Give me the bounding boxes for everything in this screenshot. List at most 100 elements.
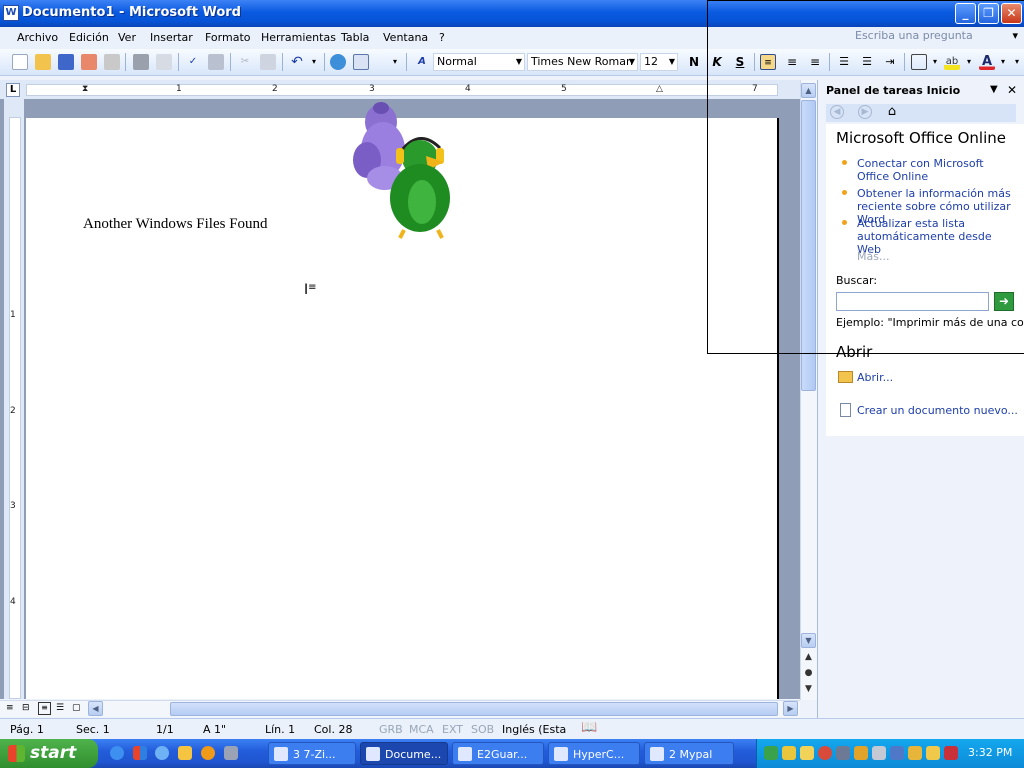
tray-icon[interactable] — [890, 746, 904, 760]
task-word-document[interactable]: Docume... — [360, 742, 448, 765]
tray-icon[interactable] — [854, 746, 868, 760]
scroll-down-icon[interactable]: ▼ — [801, 633, 816, 648]
menu-ver[interactable]: Ver — [118, 31, 136, 44]
spelling-icon[interactable]: ✓ — [185, 54, 201, 70]
tray-icon[interactable] — [908, 746, 922, 760]
new-document-link[interactable]: Crear un documento nuevo... — [857, 404, 1018, 417]
status-language[interactable]: Inglés (Esta — [502, 723, 566, 736]
web-view-icon[interactable]: ⊟ — [22, 703, 30, 713]
normal-view-icon[interactable]: ≡ — [6, 703, 14, 713]
toolbar-options-icon[interactable]: ▾ — [390, 54, 400, 70]
launcher-icon[interactable] — [178, 746, 192, 760]
clock[interactable]: 3:32 PM — [968, 746, 1012, 759]
scroll-left-icon[interactable]: ◀ — [88, 701, 103, 716]
open-link[interactable]: Abrir... — [857, 371, 893, 384]
chevron-down-icon[interactable]: ▼ — [669, 54, 675, 70]
menu-formato[interactable]: Formato — [205, 31, 251, 44]
permission-icon[interactable] — [81, 54, 97, 70]
network-icon[interactable] — [836, 746, 850, 760]
styles-icon[interactable]: A — [414, 54, 430, 70]
font-size-combo[interactable]: 12 ▼ — [640, 53, 678, 71]
task-7zip[interactable]: 3 7-Zi... — [268, 742, 356, 765]
print-view-icon[interactable]: ≡ — [38, 702, 51, 715]
reading-view-icon[interactable]: ▢ — [72, 703, 81, 713]
folder-icon — [838, 371, 853, 383]
app-icon — [458, 747, 472, 761]
vertical-ruler — [4, 99, 24, 699]
menu-herramientas[interactable]: Herramientas — [261, 31, 336, 44]
status-overtype[interactable]: SOB — [471, 723, 494, 736]
status-record[interactable]: GRB — [379, 723, 403, 736]
next-page-icon[interactable]: ▼ — [801, 684, 816, 694]
status-line: Lín. 1 — [265, 723, 296, 736]
menu-archivo[interactable]: Archivo — [17, 31, 58, 44]
tab-selector[interactable]: L — [6, 83, 20, 97]
start-label: start — [30, 743, 77, 763]
bold-button[interactable]: N — [686, 54, 702, 70]
previous-page-icon[interactable]: ▲ — [801, 652, 816, 662]
chevron-down-icon[interactable]: ▼ — [516, 54, 522, 70]
menu-insertar[interactable]: Insertar — [150, 31, 193, 44]
quicklaunch-icon[interactable] — [224, 746, 238, 760]
open-icon[interactable] — [35, 54, 51, 70]
cut-icon[interactable]: ✂ — [237, 54, 253, 70]
word-window: W Documento1 - Microsoft Word _ ❐ ✕ Arch… — [0, 0, 1024, 768]
undo-icon[interactable]: ↶ — [289, 54, 305, 70]
security-icon[interactable] — [944, 746, 958, 760]
font-combo[interactable]: Times New Roman ▼ — [527, 53, 638, 71]
toolbar-separator — [125, 53, 126, 71]
print-icon[interactable] — [133, 54, 149, 70]
ruler-indent-marker[interactable]: ⧗ — [82, 84, 88, 94]
tray-icon[interactable] — [872, 746, 886, 760]
task-e2guardian[interactable]: E2Guar... — [452, 742, 544, 765]
tray-icon[interactable] — [926, 746, 940, 760]
ruler-right-indent-marker[interactable]: △ — [656, 84, 663, 94]
save-icon[interactable] — [58, 54, 74, 70]
tray-icon[interactable] — [782, 746, 796, 760]
word-app-icon[interactable]: W — [3, 5, 19, 21]
task-label: 2 Mypal — [669, 748, 713, 761]
vruler-number: 1 — [10, 310, 16, 320]
new-icon[interactable] — [12, 54, 28, 70]
hyperlink-icon[interactable] — [330, 54, 346, 70]
select-browse-object-icon[interactable]: ● — [801, 668, 816, 678]
status-section: Sec. 1 — [76, 723, 110, 736]
spelling-status-icon[interactable]: 📖 — [581, 720, 597, 735]
task-mypal[interactable]: 2 Mypal — [644, 742, 734, 765]
copy-icon[interactable] — [260, 54, 276, 70]
green-parrot-assistant-icon[interactable] — [382, 130, 460, 240]
font-size-value: 12 — [644, 55, 658, 68]
menu-ventana[interactable]: Ventana — [383, 31, 428, 44]
scroll-right-icon[interactable]: ▶ — [783, 701, 798, 716]
toolbar-separator — [178, 53, 179, 71]
task-hypercam[interactable]: HyperC... — [548, 742, 640, 765]
ruler-number: 1 — [176, 84, 182, 94]
font-value: Times New Roman — [531, 55, 633, 68]
status-extend[interactable]: EXT — [442, 723, 463, 736]
chevron-down-icon[interactable]: ▼ — [629, 54, 635, 70]
research-icon[interactable] — [208, 54, 224, 70]
menu-help[interactable]: ? — [439, 31, 445, 44]
print-preview-icon[interactable] — [156, 54, 172, 70]
table-icon[interactable] — [353, 54, 369, 70]
browser-icon[interactable] — [155, 746, 169, 760]
task-label: Docume... — [385, 748, 442, 761]
task-label: E2Guar... — [477, 748, 528, 761]
shield-icon[interactable] — [800, 746, 814, 760]
windows-logo-icon — [8, 745, 25, 762]
start-button[interactable]: start — [0, 739, 98, 768]
style-combo[interactable]: Normal ▼ — [433, 53, 525, 71]
status-track-changes[interactable]: MCA — [409, 723, 434, 736]
email-icon[interactable] — [104, 54, 120, 70]
tray-icon[interactable] — [764, 746, 778, 760]
menu-tabla[interactable]: Tabla — [341, 31, 369, 44]
horizontal-scroll-thumb[interactable] — [170, 702, 778, 716]
document-text[interactable]: Another Windows Files Found — [83, 216, 268, 233]
menu-edicion[interactable]: Edición — [69, 31, 109, 44]
media-player-icon[interactable] — [201, 746, 215, 760]
tray-icon[interactable] — [818, 746, 832, 760]
internet-explorer-icon[interactable] — [110, 746, 124, 760]
undo-dropdown-icon[interactable]: ▾ — [306, 54, 322, 70]
desktop-icon[interactable] — [133, 746, 147, 760]
outline-view-icon[interactable]: ☰ — [56, 703, 64, 713]
